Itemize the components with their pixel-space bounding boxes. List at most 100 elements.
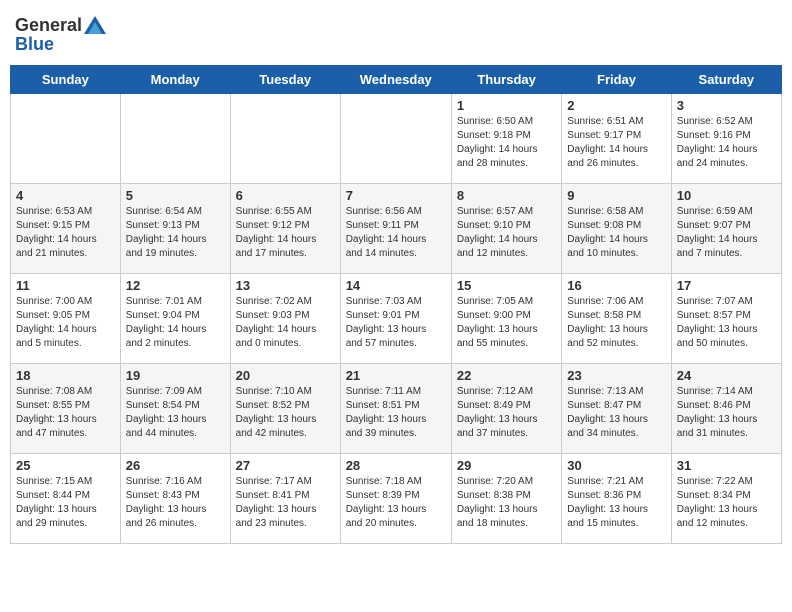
day-number: 6: [236, 188, 335, 203]
day-number: 23: [567, 368, 665, 383]
calendar-cell: 14 Sunrise: 7:03 AM Sunset: 9:01 PM Dayli…: [340, 274, 451, 364]
day-info: Sunrise: 7:02 AM Sunset: 9:03 PM Dayligh…: [236, 295, 335, 351]
calendar-cell: 26 Sunrise: 7:16 AM Sunset: 8:43 PM Dayli…: [120, 454, 230, 544]
day-info: Sunrise: 6:59 AM Sunset: 9:07 PM Dayligh…: [677, 205, 776, 261]
day-number: 30: [567, 458, 665, 473]
calendar-cell: [230, 94, 340, 184]
calendar-cell: 20 Sunrise: 7:10 AM Sunset: 8:52 PM Dayli…: [230, 364, 340, 454]
day-number: 19: [126, 368, 225, 383]
logo-general-text: General: [15, 15, 82, 36]
day-number: 28: [346, 458, 446, 473]
logo-icon: [84, 16, 106, 34]
day-info: Sunrise: 7:11 AM Sunset: 8:51 PM Dayligh…: [346, 385, 446, 441]
weekday-header-wednesday: Wednesday: [340, 66, 451, 94]
calendar-cell: 27Sunrise: 7:17 AM Sunset: 8:41 PM Dayli…: [230, 454, 340, 544]
day-number: 10: [677, 188, 776, 203]
weekday-header-friday: Friday: [562, 66, 671, 94]
day-number: 2: [567, 98, 665, 113]
calendar-cell: 3 Sunrise: 6:52 AM Sunset: 9:16 PM Daylig…: [671, 94, 781, 184]
calendar-week-1: 1 Sunrise: 6:50 AM Sunset: 9:18 PM Daylig…: [11, 94, 782, 184]
day-number: 18: [16, 368, 115, 383]
day-info: Sunrise: 6:56 AM Sunset: 9:11 PM Dayligh…: [346, 205, 446, 261]
day-number: 3: [677, 98, 776, 113]
calendar-cell: 2 Sunrise: 6:51 AM Sunset: 9:17 PM Daylig…: [562, 94, 671, 184]
calendar-week-2: 4Sunrise: 6:53 AM Sunset: 9:15 PM Daylig…: [11, 184, 782, 274]
day-number: 16: [567, 278, 665, 293]
day-info: Sunrise: 6:54 AM Sunset: 9:13 PM Dayligh…: [126, 205, 225, 261]
day-info: Sunrise: 6:57 AM Sunset: 9:10 PM Dayligh…: [457, 205, 556, 261]
calendar-cell: 9 Sunrise: 6:58 AM Sunset: 9:08 PM Daylig…: [562, 184, 671, 274]
day-number: 1: [457, 98, 556, 113]
calendar-week-5: 25Sunrise: 7:15 AM Sunset: 8:44 PM Dayli…: [11, 454, 782, 544]
calendar-cell: 13 Sunrise: 7:02 AM Sunset: 9:03 PM Dayli…: [230, 274, 340, 364]
calendar-cell: 10 Sunrise: 6:59 AM Sunset: 9:07 PM Dayli…: [671, 184, 781, 274]
calendar-cell: 5 Sunrise: 6:54 AM Sunset: 9:13 PM Daylig…: [120, 184, 230, 274]
day-number: 5: [126, 188, 225, 203]
calendar-week-3: 11 Sunrise: 7:00 AM Sunset: 9:05 PM Dayli…: [11, 274, 782, 364]
weekday-header-row: SundayMondayTuesdayWednesdayThursdayFrid…: [11, 66, 782, 94]
logo: General Blue: [15, 15, 106, 55]
day-info: Sunrise: 7:18 AM Sunset: 8:39 PM Dayligh…: [346, 475, 446, 531]
day-number: 13: [236, 278, 335, 293]
weekday-header-monday: Monday: [120, 66, 230, 94]
day-number: 17: [677, 278, 776, 293]
day-number: 24: [677, 368, 776, 383]
day-info: Sunrise: 7:10 AM Sunset: 8:52 PM Dayligh…: [236, 385, 335, 441]
day-number: 15: [457, 278, 556, 293]
day-info: Sunrise: 6:55 AM Sunset: 9:12 PM Dayligh…: [236, 205, 335, 261]
day-info: Sunrise: 6:52 AM Sunset: 9:16 PM Dayligh…: [677, 115, 776, 171]
calendar-cell: 30Sunrise: 7:21 AM Sunset: 8:36 PM Dayli…: [562, 454, 671, 544]
calendar-cell: 4Sunrise: 6:53 AM Sunset: 9:15 PM Daylig…: [11, 184, 121, 274]
calendar-cell: 22 Sunrise: 7:12 AM Sunset: 8:49 PM Dayli…: [451, 364, 561, 454]
day-number: 7: [346, 188, 446, 203]
day-number: 11: [16, 278, 115, 293]
calendar-cell: 1 Sunrise: 6:50 AM Sunset: 9:18 PM Daylig…: [451, 94, 561, 184]
day-number: 21: [346, 368, 446, 383]
day-info: Sunrise: 7:16 AM Sunset: 8:43 PM Dayligh…: [126, 475, 225, 531]
day-number: 31: [677, 458, 776, 473]
calendar-cell: 11 Sunrise: 7:00 AM Sunset: 9:05 PM Dayli…: [11, 274, 121, 364]
day-info: Sunrise: 7:00 AM Sunset: 9:05 PM Dayligh…: [16, 295, 115, 351]
day-info: Sunrise: 7:12 AM Sunset: 8:49 PM Dayligh…: [457, 385, 556, 441]
day-info: Sunrise: 6:58 AM Sunset: 9:08 PM Dayligh…: [567, 205, 665, 261]
weekday-header-saturday: Saturday: [671, 66, 781, 94]
logo-blue-text: Blue: [15, 34, 54, 55]
calendar-cell: 7 Sunrise: 6:56 AM Sunset: 9:11 PM Daylig…: [340, 184, 451, 274]
day-info: Sunrise: 7:07 AM Sunset: 8:57 PM Dayligh…: [677, 295, 776, 351]
day-number: 29: [457, 458, 556, 473]
calendar-cell: 12 Sunrise: 7:01 AM Sunset: 9:04 PM Dayli…: [120, 274, 230, 364]
day-number: 26: [126, 458, 225, 473]
weekday-header-tuesday: Tuesday: [230, 66, 340, 94]
calendar-cell: 17 Sunrise: 7:07 AM Sunset: 8:57 PM Dayli…: [671, 274, 781, 364]
weekday-header-thursday: Thursday: [451, 66, 561, 94]
calendar-cell: 21 Sunrise: 7:11 AM Sunset: 8:51 PM Dayli…: [340, 364, 451, 454]
day-info: Sunrise: 7:05 AM Sunset: 9:00 PM Dayligh…: [457, 295, 556, 351]
day-number: 9: [567, 188, 665, 203]
day-number: 14: [346, 278, 446, 293]
day-number: 22: [457, 368, 556, 383]
day-info: Sunrise: 7:01 AM Sunset: 9:04 PM Dayligh…: [126, 295, 225, 351]
calendar-cell: 25Sunrise: 7:15 AM Sunset: 8:44 PM Dayli…: [11, 454, 121, 544]
day-number: 25: [16, 458, 115, 473]
day-info: Sunrise: 6:50 AM Sunset: 9:18 PM Dayligh…: [457, 115, 556, 171]
calendar-cell: 8 Sunrise: 6:57 AM Sunset: 9:10 PM Daylig…: [451, 184, 561, 274]
page-header: General Blue: [10, 10, 782, 55]
calendar-cell: 31 Sunrise: 7:22 AM Sunset: 8:34 PM Dayli…: [671, 454, 781, 544]
day-info: Sunrise: 7:03 AM Sunset: 9:01 PM Dayligh…: [346, 295, 446, 351]
calendar-cell: 29Sunrise: 7:20 AM Sunset: 8:38 PM Dayli…: [451, 454, 561, 544]
day-info: Sunrise: 7:13 AM Sunset: 8:47 PM Dayligh…: [567, 385, 665, 441]
day-number: 8: [457, 188, 556, 203]
day-number: 20: [236, 368, 335, 383]
calendar-cell: 15 Sunrise: 7:05 AM Sunset: 9:00 PM Dayli…: [451, 274, 561, 364]
day-info: Sunrise: 7:06 AM Sunset: 8:58 PM Dayligh…: [567, 295, 665, 351]
weekday-header-sunday: Sunday: [11, 66, 121, 94]
day-info: Sunrise: 7:22 AM Sunset: 8:34 PM Dayligh…: [677, 475, 776, 531]
calendar-cell: 24Sunrise: 7:14 AM Sunset: 8:46 PM Dayli…: [671, 364, 781, 454]
calendar-cell: 18Sunrise: 7:08 AM Sunset: 8:55 PM Dayli…: [11, 364, 121, 454]
calendar-cell: [11, 94, 121, 184]
day-number: 12: [126, 278, 225, 293]
day-info: Sunrise: 6:51 AM Sunset: 9:17 PM Dayligh…: [567, 115, 665, 171]
calendar-cell: 16 Sunrise: 7:06 AM Sunset: 8:58 PM Dayli…: [562, 274, 671, 364]
calendar-table: SundayMondayTuesdayWednesdayThursdayFrid…: [10, 65, 782, 544]
day-info: Sunrise: 7:17 AM Sunset: 8:41 PM Dayligh…: [236, 475, 335, 531]
